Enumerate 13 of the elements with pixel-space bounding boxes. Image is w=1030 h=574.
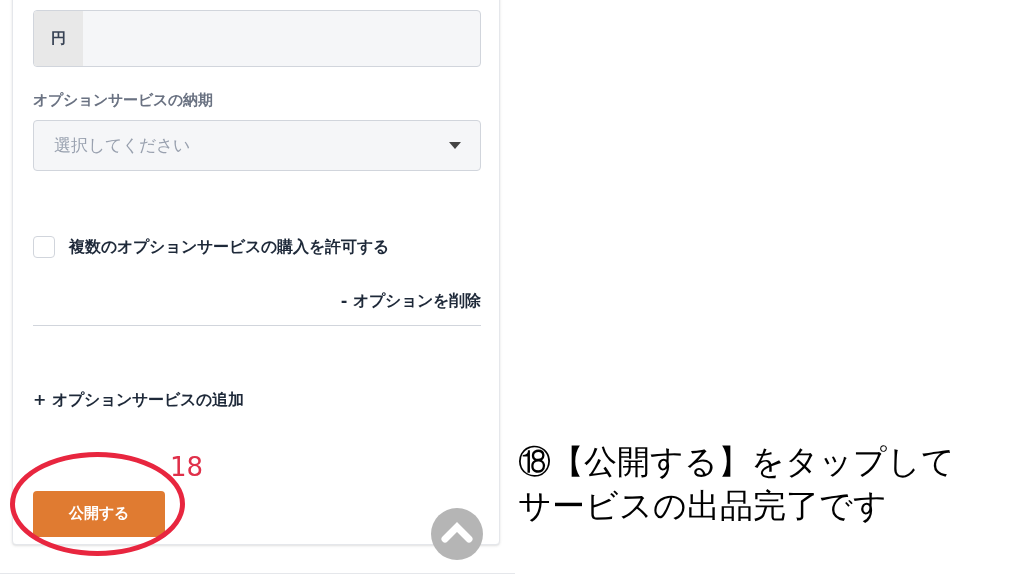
caption-line: ⑱【公開する】をタップして <box>518 441 955 483</box>
add-option-link[interactable]: + オプションサービスの追加 <box>33 387 244 412</box>
price-field[interactable]: 円 <box>33 10 481 67</box>
delivery-select[interactable]: 選択してください <box>33 119 481 171</box>
field-label: オプションサービスの納期 <box>33 90 213 111</box>
scroll-top-icon[interactable] <box>431 508 483 560</box>
checkbox[interactable] <box>33 235 55 258</box>
delete-option-link[interactable]: - オプションを削除 <box>340 288 481 313</box>
caption-line: サービスの出品完了です <box>518 485 887 527</box>
step-number: 18 <box>170 450 204 484</box>
caret-icon <box>449 141 461 149</box>
checkbox-label: 複数のオプションサービスの購入を許可する <box>69 235 389 258</box>
currency-unit: 円 <box>34 11 83 66</box>
